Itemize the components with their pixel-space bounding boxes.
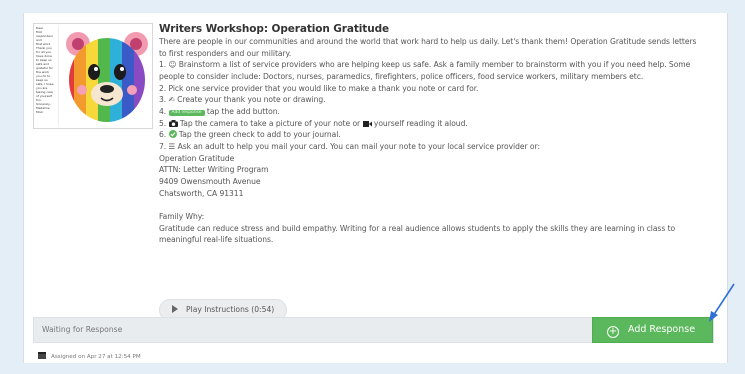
activity-instructions: There are people in our communities and … — [159, 36, 719, 246]
address-line: Chatsworth, CA 91311 — [159, 188, 244, 198]
activity-card: Dear first responders and that work Than… — [23, 13, 728, 363]
instruction-step-5: 5. Tap the camera to take a picture of y… — [159, 118, 468, 128]
instruction-line: 1. ☺ Brainstorm a list of service provid… — [159, 60, 691, 70]
instruction-line: 7. ☰ Ask an adult to help you mail your … — [159, 141, 540, 151]
instruction-line: people to consider include: Doctors, nur… — [159, 71, 644, 81]
activity-content: Writers Workshop: Operation Gratitude Th… — [159, 23, 719, 246]
video-icon — [362, 120, 372, 127]
instruction-step-4: 4. Add response tap the add button. — [159, 106, 280, 116]
instruction-line: 2. Pick one service provider that you wo… — [159, 83, 479, 93]
calendar-icon — [38, 352, 46, 359]
add-response-chip: Add response — [168, 109, 205, 116]
check-icon — [168, 130, 177, 139]
family-why-heading: Family Why: — [159, 211, 205, 221]
family-why-text: Gratitude can reduce stress and build em… — [159, 223, 676, 233]
address-line: ATTN: Letter Writing Program — [159, 165, 269, 175]
activity-thumbnail[interactable]: Dear first responders and that work Than… — [33, 23, 153, 129]
play-icon — [172, 305, 178, 313]
camera-icon — [168, 119, 178, 127]
annotation-arrow — [709, 283, 735, 322]
instruction-line: to first responders and our military. — [159, 48, 292, 58]
address-line: Operation Gratitude — [159, 153, 235, 163]
status-text: Waiting for Response — [42, 325, 123, 334]
activity-title: Writers Workshop: Operation Gratitude — [159, 23, 390, 35]
assigned-date: Assigned on Apr 27 at 12:54 PM — [38, 352, 141, 360]
address-line: 9409 Owensmouth Avenue — [159, 176, 261, 186]
response-status-bar: Waiting for Response + Add Response — [33, 317, 714, 343]
plus-circle-icon: + — [607, 326, 619, 338]
rainbow-bear-icon — [66, 32, 148, 122]
add-response-button[interactable]: + Add Response — [592, 317, 713, 343]
instruction-step-6: 6. Tap the green check to add to your jo… — [159, 130, 341, 140]
thumbnail-note: Dear first responders and that work Than… — [36, 26, 59, 126]
family-why-text: meaningful real-life situations. — [159, 235, 274, 245]
instruction-line: 3. ✍ Create your thank you note or drawi… — [159, 95, 326, 105]
instruction-line: There are people in our communities and … — [159, 37, 697, 46]
add-response-label: Add Response — [628, 324, 696, 335]
